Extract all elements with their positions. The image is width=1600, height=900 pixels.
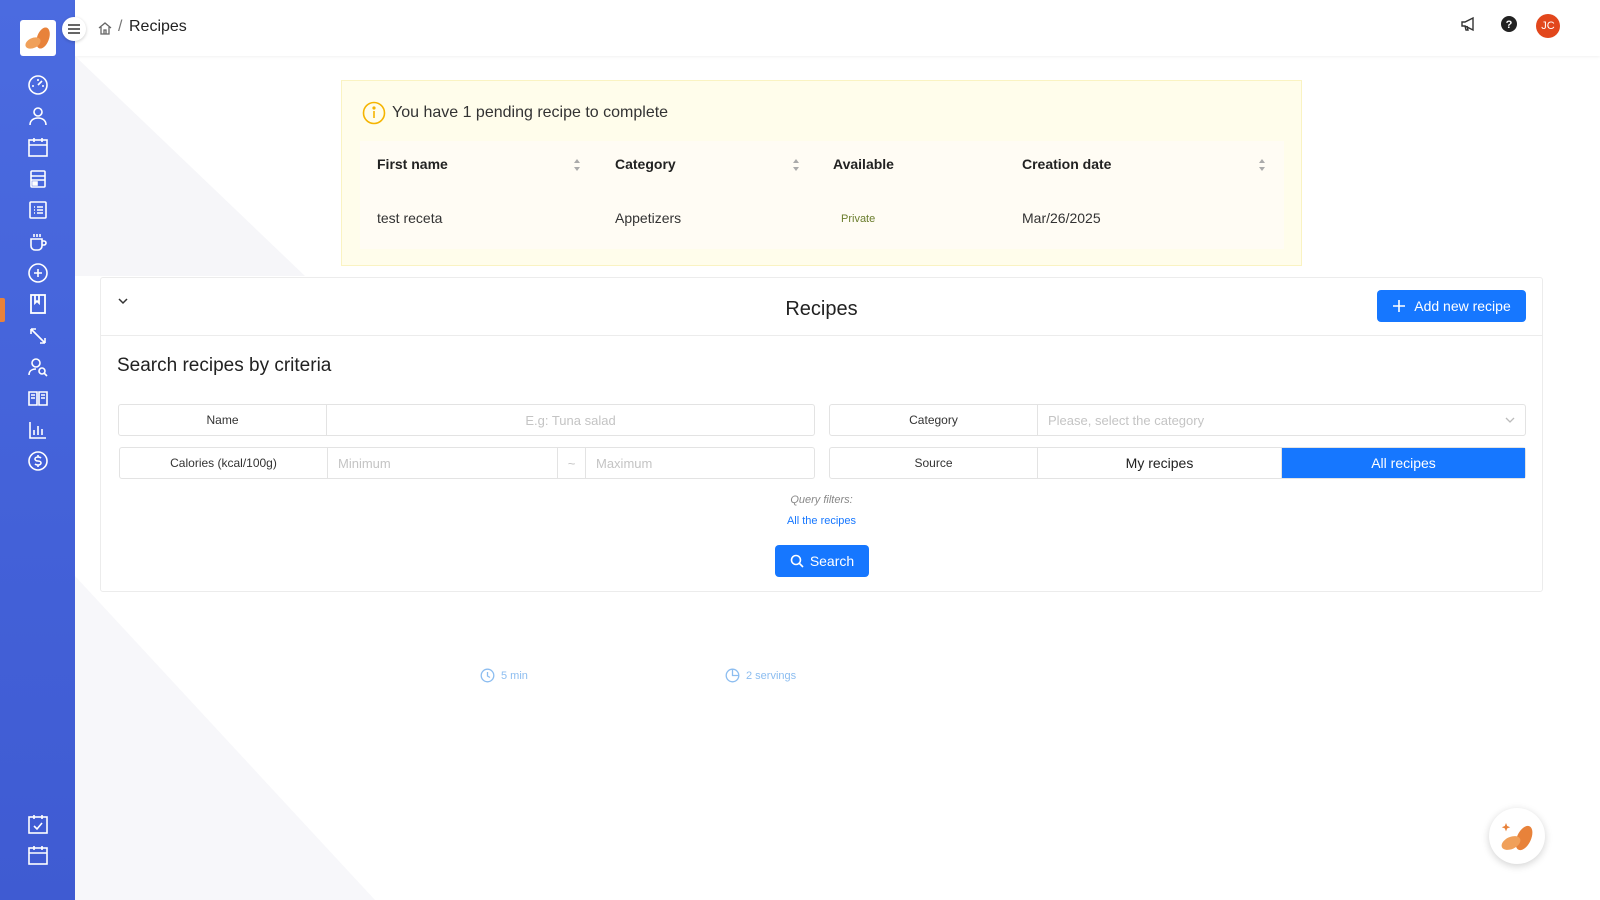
plus-icon — [1393, 300, 1406, 312]
nav-cup[interactable] — [26, 230, 50, 254]
menu-toggle-button[interactable] — [62, 17, 86, 41]
pending-recipes-alert: You have 1 pending recipe to complete Fi… — [341, 80, 1302, 266]
nav-stats[interactable] — [26, 418, 50, 442]
calories-label: Calories (kcal/100g) — [120, 448, 328, 478]
nav-billing[interactable] — [26, 449, 50, 473]
clock-icon — [480, 668, 495, 683]
add-new-recipe-label: Add new recipe — [1414, 298, 1511, 314]
cell-category: Appetizers — [615, 210, 682, 226]
bar-chart-icon — [29, 422, 46, 439]
column-header-first-name[interactable]: First name — [377, 156, 448, 172]
search-icon — [790, 554, 804, 568]
category-dropdown-toggle[interactable] — [1505, 405, 1525, 435]
add-circle-icon — [28, 263, 48, 283]
nav-resize[interactable] — [26, 324, 50, 348]
app-logo[interactable] — [20, 20, 56, 56]
info-icon — [362, 101, 386, 125]
column-header-creation-date[interactable]: Creation date — [1022, 156, 1111, 172]
layout-icon — [30, 170, 46, 188]
page-title: Recipes — [129, 18, 187, 35]
name-label: Name — [119, 405, 327, 435]
category-label: Category — [830, 405, 1038, 435]
sort-icon[interactable] — [792, 158, 800, 172]
svg-text:?: ? — [1506, 19, 1513, 31]
nav-dashboard[interactable] — [26, 73, 50, 97]
user-icon — [29, 107, 47, 126]
list-icon — [29, 201, 47, 219]
recipe-servings-value: 2 servings — [746, 669, 797, 682]
pending-table: First name Category Available Creation d… — [360, 141, 1284, 249]
category-select[interactable]: Please, select the category — [1038, 405, 1505, 435]
name-field: Name E.g: Tuna salad — [118, 404, 815, 436]
nav-users[interactable] — [26, 104, 50, 128]
search-button-label: Search — [809, 553, 855, 569]
calories-range-separator: ~ — [558, 448, 586, 478]
nav-recipes[interactable] — [26, 292, 50, 316]
nav-guide[interactable] — [26, 386, 50, 410]
panel-title: Recipes — [785, 298, 858, 320]
calendar-check-icon — [28, 815, 48, 834]
nav-schedule[interactable] — [26, 843, 50, 867]
active-indicator — [0, 298, 5, 322]
dollar-icon — [28, 451, 48, 471]
calories-max-input[interactable]: Maximum — [586, 448, 814, 478]
nav-calendar[interactable] — [26, 135, 50, 159]
megaphone-icon — [1461, 16, 1474, 31]
sort-icon[interactable] — [1258, 158, 1266, 172]
pending-message: You have 1 pending recipe to complete — [392, 104, 669, 121]
category-field: Category Please, select the category — [829, 404, 1526, 436]
breadcrumb-home[interactable] — [97, 20, 113, 41]
almond-assistant-icon — [1501, 823, 1533, 851]
dashboard-icon — [28, 75, 48, 95]
recipe-time-value: 5 min — [501, 669, 528, 682]
query-filters-label: Query filters: — [790, 494, 853, 506]
add-new-recipe-button[interactable]: Add new recipe — [1377, 290, 1526, 322]
assistant-button[interactable] — [1489, 808, 1545, 864]
nav-layout[interactable] — [26, 167, 50, 191]
calendar-icon — [28, 846, 48, 865]
chevron-down-icon — [1505, 417, 1515, 423]
column-header-category[interactable]: Category — [615, 156, 676, 172]
open-book-icon — [28, 391, 48, 406]
help-icon: ? — [1501, 15, 1517, 32]
status-badge: Private — [841, 213, 876, 225]
user-avatar[interactable]: JC — [1536, 14, 1560, 38]
announcements-button[interactable] — [1460, 15, 1478, 38]
calories-min-input[interactable]: Minimum — [328, 448, 558, 478]
cell-first-name[interactable]: test receta — [377, 210, 442, 226]
source-label: Source — [830, 448, 1038, 478]
recipe-book-icon — [30, 294, 46, 314]
panel-header: Recipes Add new recipe — [101, 278, 1542, 336]
sidebar — [0, 0, 75, 900]
query-filters-value: All the recipes — [786, 515, 857, 527]
hamburger-icon — [68, 24, 80, 34]
top-bar: / Recipes ? JC — [75, 0, 1600, 56]
source-my-recipes[interactable]: My recipes — [1038, 448, 1282, 478]
column-header-available: Available — [833, 156, 894, 172]
nav-tasks[interactable] — [26, 812, 50, 836]
almond-logo-icon — [25, 27, 50, 49]
breadcrumb-separator: / — [118, 18, 123, 35]
recipe-time: 5 min — [480, 668, 528, 683]
search-button[interactable]: Search — [775, 545, 869, 577]
resize-icon — [30, 328, 46, 344]
recipe-servings: 2 servings — [725, 668, 796, 683]
user-search-icon — [28, 358, 48, 377]
cell-creation-date: Mar/26/2025 — [1022, 210, 1101, 226]
calendar-icon — [28, 138, 48, 157]
nav-add[interactable] — [26, 261, 50, 285]
source-field: Source My recipes All recipes — [829, 447, 1526, 479]
help-button[interactable]: ? — [1500, 15, 1518, 38]
source-all-recipes[interactable]: All recipes — [1282, 448, 1525, 478]
search-title: Search recipes by criteria — [117, 355, 332, 376]
nav-user-search[interactable] — [26, 355, 50, 379]
name-input[interactable]: E.g: Tuna salad — [327, 405, 814, 435]
calories-field: Calories (kcal/100g) Minimum ~ Maximum — [119, 447, 815, 479]
recipes-panel: Recipes Add new recipe Search recipes by… — [100, 277, 1543, 592]
nav-list[interactable] — [26, 198, 50, 222]
home-icon — [98, 22, 112, 35]
pie-icon — [725, 668, 740, 683]
sort-icon[interactable] — [573, 158, 581, 172]
cup-icon — [30, 234, 47, 251]
